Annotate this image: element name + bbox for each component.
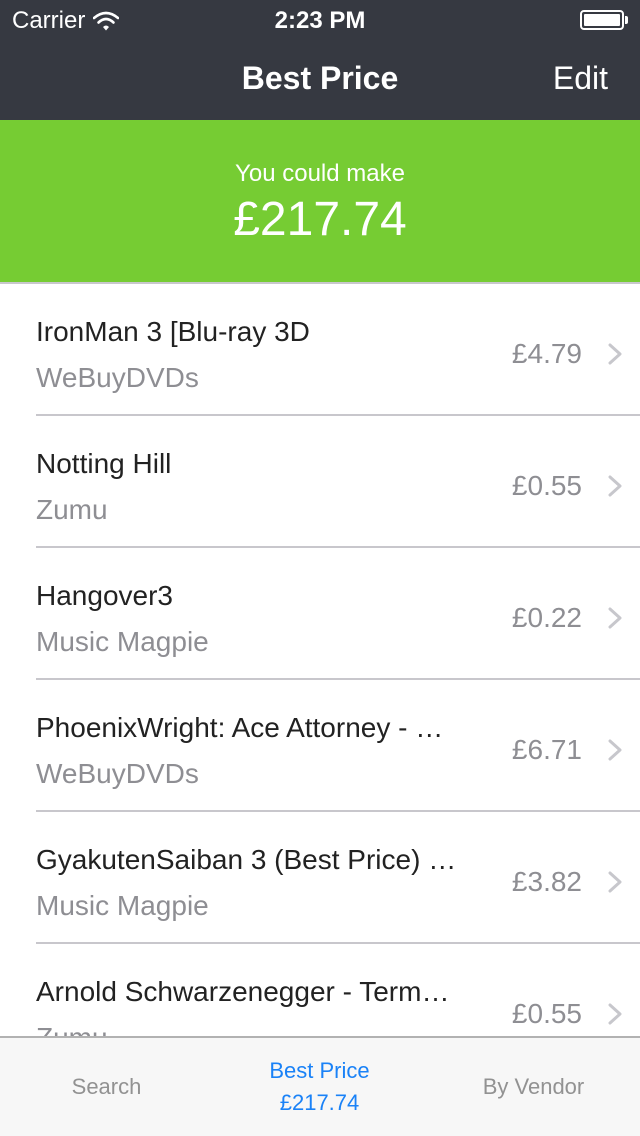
tab-best-price-amount: £217.74 [279, 1090, 360, 1115]
page-title: Best Price [241, 60, 399, 96]
item-title: Notting Hill [36, 448, 172, 479]
tab-best-price-label: Best Price [269, 1058, 370, 1083]
item-vendor: Zumu [36, 494, 108, 525]
item-vendor: WeBuyDVDs [36, 758, 199, 789]
item-title: Hangover3 [36, 580, 173, 611]
summary-label: You could make [235, 160, 405, 187]
item-title: IronMan 3 [Blu-ray 3D [36, 316, 310, 347]
tab-search-label: Search [71, 1074, 142, 1099]
item-price: £0.55 [511, 470, 582, 501]
battery-icon [580, 10, 628, 30]
list-item[interactable]: GyakutenSaiban 3 (Best Price) … Music Mag… [0, 812, 640, 944]
navigation-header: Carrier 2:23 PM Best Price Edit [0, 0, 640, 120]
chevron-right-icon [608, 475, 622, 497]
item-title: Arnold Schwarzenegger - Term… [36, 976, 450, 1007]
tab-by-vendor[interactable]: By Vendor [427, 1038, 640, 1136]
item-title: PhoenixWright: Ace Attorney - … [36, 712, 444, 743]
item-price: £6.71 [511, 734, 582, 765]
chevron-right-icon [608, 871, 622, 893]
summary-amount: £217.74 [233, 193, 407, 246]
list-item[interactable]: Hangover3 Music Magpie £0.22 [0, 548, 640, 680]
earnings-summary: You could make £217.74 [0, 120, 640, 282]
list-item[interactable]: IronMan 3 [Blu-ray 3D WeBuyDVDs £4.79 [0, 284, 640, 416]
tab-search[interactable]: Search [0, 1038, 213, 1136]
list-item[interactable]: Notting Hill Zumu £0.55 [0, 416, 640, 548]
item-price: £0.22 [511, 602, 582, 633]
status-bar: Carrier 2:23 PM [0, 0, 640, 40]
chevron-right-icon [608, 343, 622, 365]
item-price: £4.79 [511, 338, 582, 369]
item-vendor: Music Magpie [36, 626, 209, 657]
chevron-right-icon [608, 739, 622, 761]
item-vendor: Music Magpie [36, 890, 209, 921]
item-price: £3.82 [511, 866, 582, 897]
edit-button[interactable]: Edit [553, 60, 608, 97]
item-list[interactable]: IronMan 3 [Blu-ray 3D WeBuyDVDs £4.79 Notti… [0, 284, 640, 1036]
item-price: £0.55 [511, 998, 582, 1029]
list-item[interactable]: Arnold Schwarzenegger - Term… Zumu £0.55 [0, 944, 640, 1036]
chevron-right-icon [608, 1003, 622, 1025]
status-time: 2:23 PM [274, 7, 366, 34]
chevron-right-icon [608, 607, 622, 629]
item-vendor: WeBuyDVDs [36, 362, 199, 393]
tab-by-vendor-label: By Vendor [482, 1074, 585, 1099]
battery-level [584, 14, 620, 26]
item-title: GyakutenSaiban 3 (Best Price) … [36, 844, 457, 875]
item-vendor: Zumu [36, 1022, 108, 1036]
list-item[interactable]: PhoenixWright: Ace Attorney - … WeBuyDVDs… [0, 680, 640, 812]
tab-best-price[interactable]: Best Price £217.74 [213, 1038, 426, 1136]
tab-bar: Search Best Price £217.74 By Vendor [0, 1036, 640, 1136]
